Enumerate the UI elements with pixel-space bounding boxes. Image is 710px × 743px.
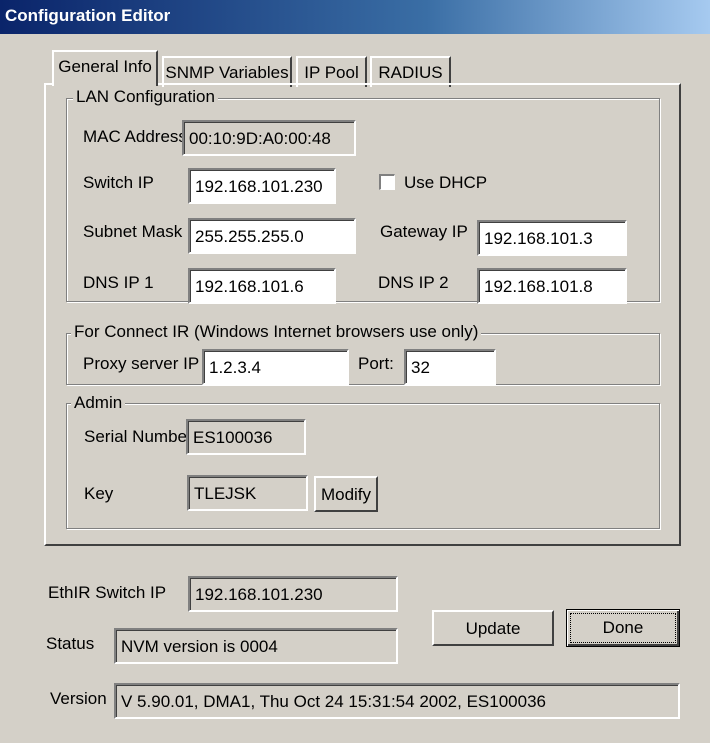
tab-label: General Info [58, 57, 152, 76]
key-field: TLEJSK [187, 475, 308, 511]
dns-ip-1-input[interactable]: 192.168.101.6 [188, 268, 336, 304]
serial-number-field: ES100036 [186, 419, 306, 455]
lan-configuration-legend: LAN Configuration [73, 87, 218, 107]
tab-label: RADIUS [378, 63, 443, 82]
port-input[interactable]: 32 [404, 349, 496, 385]
version-label: Version [50, 689, 107, 708]
port-label: Port: [358, 354, 394, 373]
done-focus-ring: Done [570, 613, 676, 643]
switch-ip-input[interactable]: 192.168.101.230 [188, 168, 336, 204]
window-title: Configuration Editor [5, 6, 171, 25]
mac-address-field: 00:10:9D:A0:00:48 [182, 120, 356, 156]
modify-button[interactable]: Modify [314, 476, 378, 512]
ethir-switch-ip-label: EthIR Switch IP [48, 583, 167, 602]
connect-ir-legend: For Connect IR (Windows Internet browser… [71, 322, 482, 342]
dns-ip-1-label: DNS IP 1 [83, 273, 154, 292]
dns-ip-2-input[interactable]: 192.168.101.8 [477, 268, 627, 304]
update-button-label: Update [465, 619, 521, 638]
proxy-server-ip-input[interactable]: 1.2.3.4 [202, 349, 349, 385]
gateway-ip-input[interactable]: 192.168.101.3 [477, 220, 627, 256]
done-button-label: Done [602, 618, 644, 637]
version-field: V 5.90.01, DMA1, Thu Oct 24 15:31:54 200… [114, 683, 680, 719]
modify-button-label: Modify [320, 485, 372, 504]
ethir-switch-ip-field: 192.168.101.230 [188, 576, 398, 612]
tab-label: IP Pool [304, 63, 359, 82]
key-label: Key [84, 484, 114, 503]
admin-legend: Admin [71, 393, 126, 413]
mac-address-label: MAC Address [83, 127, 187, 146]
switch-ip-label: Switch IP [83, 173, 154, 192]
tab-label: SNMP Variables [165, 63, 289, 82]
status-label: Status [46, 634, 95, 653]
gateway-ip-label: Gateway IP [380, 222, 468, 241]
proxy-server-ip-label: Proxy server IP [83, 354, 200, 373]
status-field: NVM version is 0004 [114, 628, 398, 664]
update-button[interactable]: Update [432, 610, 554, 646]
tab-general-info[interactable]: General Info [52, 50, 158, 86]
serial-number-label: Serial Number [84, 427, 193, 446]
title-bar[interactable]: Configuration Editor [0, 0, 710, 34]
use-dhcp-checkbox[interactable] [379, 174, 395, 190]
done-button[interactable]: Done [566, 609, 680, 647]
subnet-mask-label: Subnet Mask [83, 222, 183, 241]
dns-ip-2-label: DNS IP 2 [378, 273, 449, 292]
use-dhcp-label: Use DHCP [404, 173, 488, 192]
subnet-mask-input[interactable]: 255.255.255.0 [188, 218, 356, 254]
